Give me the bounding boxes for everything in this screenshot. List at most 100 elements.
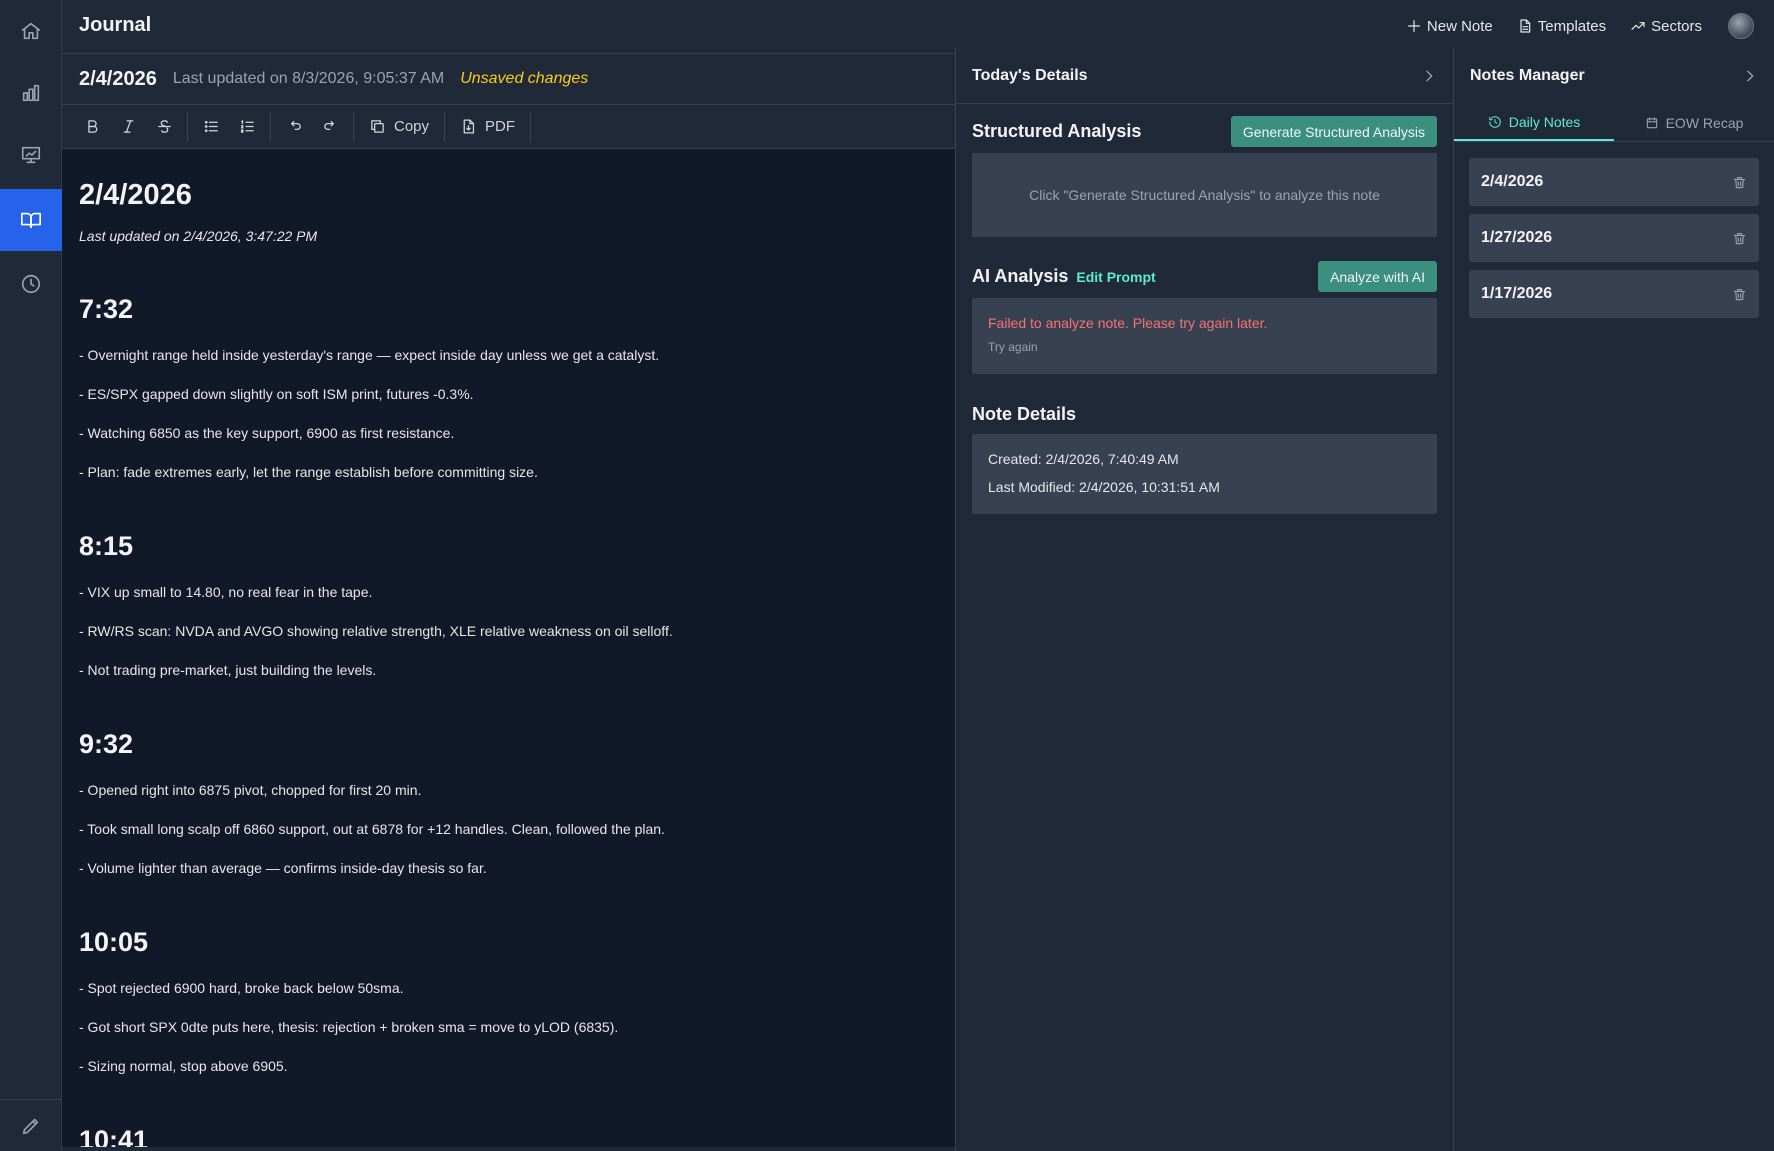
editor-date: 2/4/2026 xyxy=(79,67,157,90)
pdf-button[interactable]: PDF xyxy=(450,111,525,143)
sectors-button[interactable]: Sectors xyxy=(1630,18,1702,35)
todays-details-panel: Today's Details Structured Analysis Gene… xyxy=(955,48,1454,1151)
note-line: - Got short SPX 0dte puts here, thesis: … xyxy=(79,1019,619,1035)
bullet-list-icon xyxy=(204,120,218,133)
left-rail xyxy=(0,0,62,1151)
notes-manager-header[interactable]: Notes Manager xyxy=(1454,48,1774,104)
home-icon xyxy=(21,22,41,40)
redo-icon xyxy=(323,120,334,130)
strikethrough-button[interactable] xyxy=(146,111,182,143)
nav-history[interactable] xyxy=(0,253,62,315)
strikethrough-icon xyxy=(157,120,171,133)
editor-scrollbar-track xyxy=(62,1147,955,1151)
copy-button[interactable]: Copy xyxy=(359,111,439,143)
nav-journal[interactable] xyxy=(0,189,62,251)
trash-icon[interactable] xyxy=(1732,175,1747,190)
bold-icon xyxy=(87,120,97,133)
undo-button[interactable] xyxy=(276,111,312,143)
note-details-box: Created: 2/4/2026, 7:40:49 AM Last Modif… xyxy=(972,434,1437,514)
trash-icon[interactable] xyxy=(1732,287,1747,302)
numbered-list-icon xyxy=(240,120,254,133)
ai-analysis-title: AI Analysis xyxy=(972,266,1069,286)
new-note-button[interactable]: New Note xyxy=(1406,18,1493,35)
bar-chart-icon xyxy=(22,84,40,102)
tab-daily-notes[interactable]: Daily Notes xyxy=(1454,104,1614,141)
tab-eow-recap-label: EOW Recap xyxy=(1665,114,1744,131)
italic-button[interactable] xyxy=(110,111,146,143)
book-icon xyxy=(21,212,41,229)
sectors-label: Sectors xyxy=(1651,17,1702,35)
italic-icon xyxy=(123,120,133,133)
toolbar-divider xyxy=(270,111,271,142)
structured-analysis-box: Click "Generate Structured Analysis" to … xyxy=(972,153,1437,237)
pdf-label: PDF xyxy=(485,118,516,135)
ai-analysis-row: AI Analysis Edit Prompt Analyze with AI xyxy=(956,261,1453,292)
note-section-heading: 8:15 xyxy=(79,531,134,561)
note-meta: Last updated on 2/4/2026, 3:47:22 PM xyxy=(79,228,318,244)
top-bar: Journal New Note Templates Sectors xyxy=(62,0,1774,54)
chevron-right-icon[interactable] xyxy=(1742,68,1758,84)
note-line: - Spot rejected 6900 hard, broke back be… xyxy=(79,980,404,996)
note-section-heading: 9:32 xyxy=(79,729,134,759)
tab-eow-recap[interactable]: EOW Recap xyxy=(1614,104,1774,141)
note-line: - Took small long scalp off 6860 support… xyxy=(79,821,665,837)
rail-edit-button[interactable] xyxy=(0,1099,62,1151)
note-line: - ES/SPX gapped down slightly on soft IS… xyxy=(79,386,474,402)
note-line: - Not trading pre-market, just building … xyxy=(79,662,377,678)
toolbar-divider xyxy=(187,111,188,142)
document-icon xyxy=(1520,19,1531,33)
bold-button[interactable] xyxy=(74,111,110,143)
pencil-icon xyxy=(22,1118,39,1134)
nav-charts[interactable] xyxy=(0,124,62,186)
bullet-list-button[interactable] xyxy=(193,111,229,143)
note-line: - VIX up small to 14.80, no real fear in… xyxy=(79,584,373,600)
note-section-heading: 10:41 xyxy=(79,1125,149,1147)
nav-home[interactable] xyxy=(0,0,62,62)
top-actions: New Note Templates Sectors xyxy=(1382,0,1754,52)
notes-manager-title: Notes Manager xyxy=(1470,67,1585,84)
note-details-title: Note Details xyxy=(972,403,1077,424)
notes-list-item[interactable]: 2/4/2026 xyxy=(1469,158,1759,206)
chevron-right-icon[interactable] xyxy=(1421,68,1437,84)
note-line: - Volume lighter than average — confirms… xyxy=(79,860,487,876)
toolbar-divider xyxy=(444,111,446,142)
note-line: - Opened right into 6875 pivot, chopped … xyxy=(79,782,422,798)
redo-button[interactable] xyxy=(312,111,348,143)
app-title: Journal xyxy=(79,14,152,36)
editor-header: 2/4/2026 Last updated on 8/3/2026, 9:05:… xyxy=(62,54,955,105)
copy-icon xyxy=(371,120,384,133)
note-line: - RW/RS scan: NVDA and AVGO showing rela… xyxy=(79,623,673,639)
new-note-label: New Note xyxy=(1426,17,1493,35)
trending-up-icon xyxy=(1631,22,1645,30)
notes-list-item[interactable]: 1/17/2026 xyxy=(1469,270,1759,318)
clock-icon xyxy=(21,274,41,294)
edit-prompt-link[interactable]: Edit Prompt xyxy=(1076,269,1155,285)
notes-manager-panel: Notes Manager Daily Notes EOW Recap 2/4/… xyxy=(1454,48,1774,1151)
nav-analytics[interactable] xyxy=(0,62,62,124)
note-line: - Sizing normal, stop above 6905. xyxy=(79,1058,288,1074)
note-last-modified: Last Modified: 2/4/2026, 10:31:51 AM xyxy=(988,479,1220,495)
tab-daily-notes-label: Daily Notes xyxy=(1508,113,1581,130)
note-section-heading: 7:32 xyxy=(79,294,134,324)
try-again-link[interactable]: Try again xyxy=(988,340,1421,354)
avatar[interactable] xyxy=(1728,13,1754,39)
note-line: - Plan: fade extremes early, let the ran… xyxy=(79,464,538,480)
editor-last-updated: Last updated on 8/3/2026, 9:05:37 AM xyxy=(172,70,445,87)
notes-list-item[interactable]: 1/27/2026 xyxy=(1469,214,1759,262)
generate-structured-analysis-button[interactable]: Generate Structured Analysis xyxy=(1230,116,1437,147)
trash-icon[interactable] xyxy=(1732,231,1747,246)
templates-label: Templates xyxy=(1537,17,1607,35)
plus-icon xyxy=(1407,20,1420,32)
numbered-list-button[interactable] xyxy=(229,111,265,143)
todays-details-header[interactable]: Today's Details xyxy=(956,48,1453,104)
note-section-heading: 10:05 xyxy=(79,927,149,957)
templates-button[interactable]: Templates xyxy=(1517,18,1606,35)
toolbar-divider xyxy=(530,111,532,142)
history-icon xyxy=(1488,115,1501,128)
analyze-with-ai-button[interactable]: Analyze with AI xyxy=(1318,261,1437,292)
todays-details-title: Today's Details xyxy=(972,66,1088,84)
notes-list-item-date: 1/27/2026 xyxy=(1481,229,1553,246)
note-editor[interactable]: 2/4/2026 Last updated on 2/4/2026, 3:47:… xyxy=(62,149,955,1147)
pdf-icon xyxy=(463,119,475,134)
structured-analysis-row: Structured Analysis Generate Structured … xyxy=(956,116,1453,147)
